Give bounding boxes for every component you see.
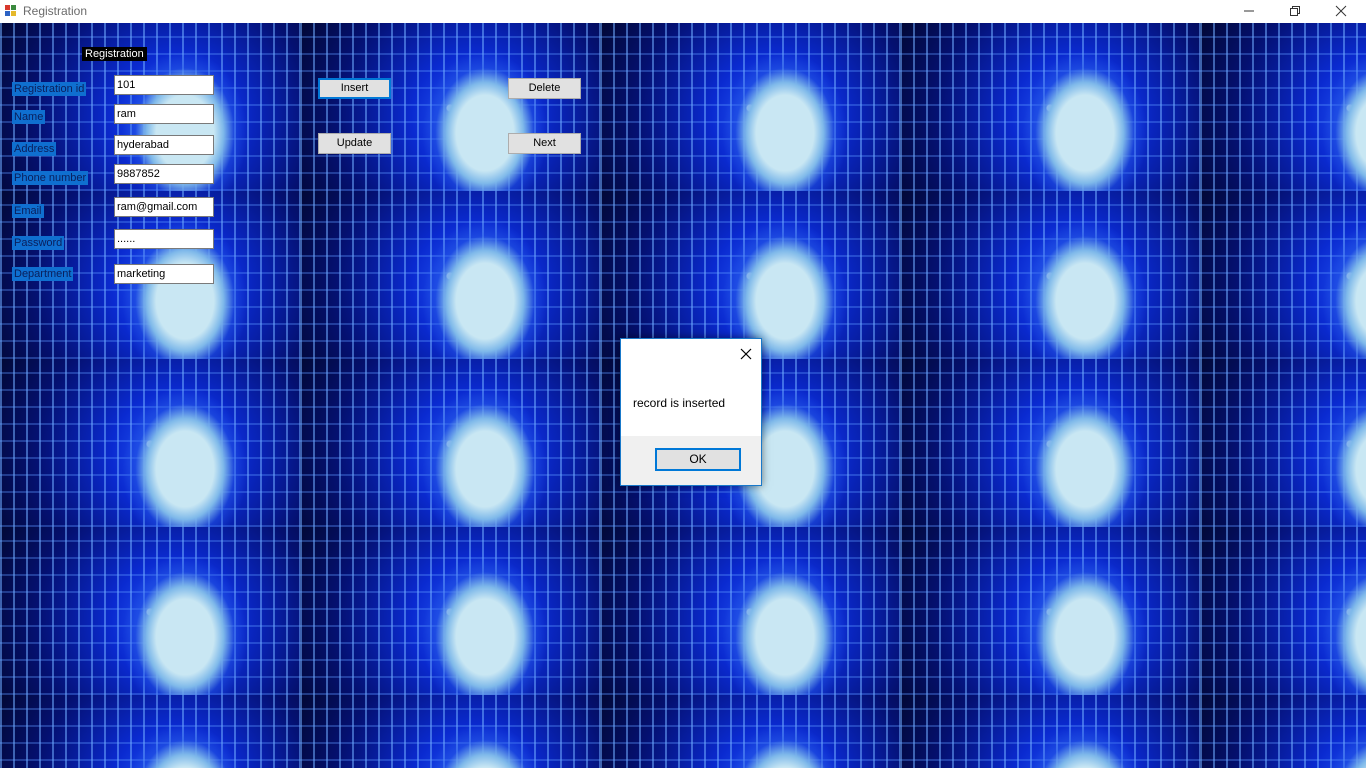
email-input[interactable] [114, 197, 214, 217]
name-input[interactable] [114, 104, 214, 124]
dialog-close-button[interactable] [739, 347, 753, 361]
minimize-icon [1244, 10, 1254, 12]
minimize-button[interactable] [1226, 0, 1272, 23]
department-label: Department [12, 267, 74, 281]
restore-icon [1290, 6, 1300, 16]
registration-id-label: Registration id [12, 82, 87, 96]
close-icon [740, 348, 752, 360]
email-label: Email [12, 204, 44, 218]
next-button[interactable]: Next [508, 133, 581, 154]
department-input[interactable] [114, 264, 214, 284]
address-label: Address [12, 142, 57, 156]
password-input[interactable] [114, 229, 214, 249]
close-button[interactable] [1318, 0, 1364, 23]
app-icon [5, 5, 17, 17]
ok-button[interactable]: OK [655, 448, 741, 471]
password-label: Password [12, 236, 65, 250]
name-label: Name [12, 110, 46, 124]
close-icon [1335, 5, 1347, 17]
delete-button[interactable]: Delete [508, 78, 581, 99]
message-dialog: record is inserted OK [620, 338, 762, 486]
title-bar: Registration [0, 0, 1366, 23]
restore-button[interactable] [1272, 0, 1318, 23]
phone-number-label: Phone number [12, 171, 89, 185]
update-button[interactable]: Update [318, 133, 391, 154]
dialog-message: record is inserted [633, 396, 726, 410]
registration-heading: Registration [82, 47, 147, 61]
address-input[interactable] [114, 135, 214, 155]
insert-button[interactable]: Insert [318, 78, 391, 99]
window-title: Registration [23, 4, 88, 18]
phone-number-input[interactable] [114, 164, 214, 184]
registration-id-input[interactable] [114, 75, 214, 95]
dialog-footer: OK [621, 436, 761, 485]
app-window: Registration Registration Registration i… [0, 0, 1366, 768]
